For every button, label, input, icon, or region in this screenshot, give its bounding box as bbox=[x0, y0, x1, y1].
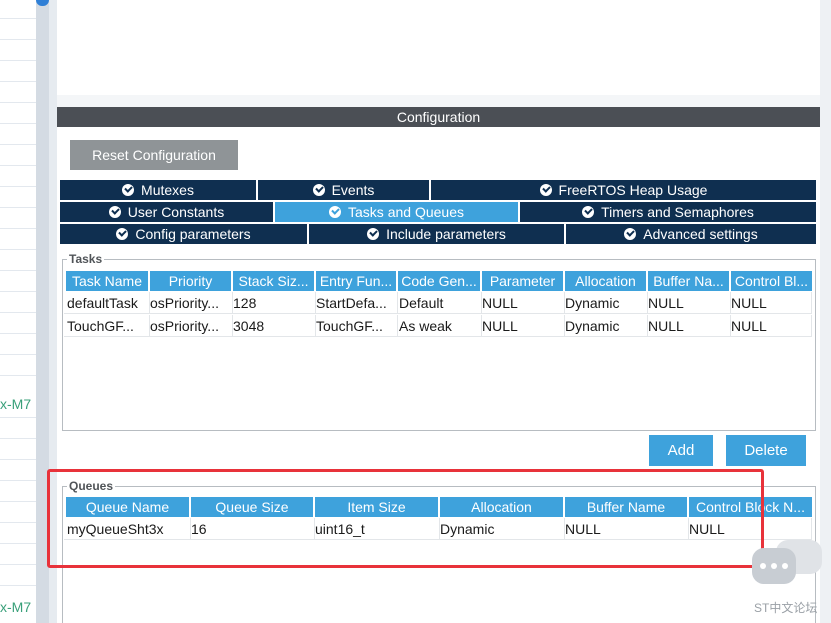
tree-item-label[interactable]: x-M7 bbox=[0, 599, 31, 615]
tab-config-parameters[interactable]: Config parameters bbox=[60, 224, 309, 244]
check-circle-icon bbox=[108, 206, 121, 218]
tree-row-divider bbox=[0, 123, 36, 124]
tab-label: User Constants bbox=[127, 204, 225, 220]
tab-mutexes[interactable]: Mutexes bbox=[60, 180, 258, 200]
tree-row-divider bbox=[0, 270, 36, 271]
table-cell: Dynamic bbox=[562, 292, 648, 314]
tree-row-divider bbox=[0, 459, 36, 460]
tab-label: FreeRTOS Heap Usage bbox=[558, 182, 708, 198]
tree-row-divider bbox=[0, 522, 36, 523]
tab-label: Advanced settings bbox=[643, 226, 758, 242]
check-circle-icon bbox=[116, 228, 129, 240]
delete-button[interactable]: Delete bbox=[726, 435, 806, 466]
tab-label: Config parameters bbox=[135, 226, 251, 242]
tasks-column-header[interactable]: Priority bbox=[150, 271, 233, 291]
check-circle-icon bbox=[329, 206, 342, 218]
table-cell: NULL bbox=[645, 315, 731, 337]
table-cell: As weak bbox=[396, 315, 482, 337]
tree-row-divider bbox=[0, 81, 36, 82]
table-cell: Default bbox=[396, 292, 482, 314]
configuration-header: Configuration bbox=[57, 107, 820, 127]
tree-row-divider bbox=[0, 417, 36, 418]
table-cell: TouchGF... bbox=[64, 315, 150, 337]
tree-row-divider bbox=[0, 18, 36, 19]
check-circle-icon bbox=[122, 184, 135, 196]
tree-row-divider bbox=[0, 39, 36, 40]
project-tree-panel: x-M7 x-M7 bbox=[0, 0, 36, 623]
tasks-column-header[interactable]: Parameter bbox=[482, 271, 565, 291]
chat-bubble-icon bbox=[752, 548, 796, 584]
tab-label: Events bbox=[331, 182, 375, 198]
add-button[interactable]: Add bbox=[649, 435, 713, 466]
tab-tasks-and-queues[interactable]: Tasks and Queues bbox=[275, 202, 520, 222]
tree-row-divider bbox=[0, 480, 36, 481]
tree-row-divider bbox=[0, 228, 36, 229]
table-cell: NULL bbox=[479, 292, 565, 314]
tab-label: Tasks and Queues bbox=[348, 204, 464, 220]
tab-freertos-heap-usage[interactable]: FreeRTOS Heap Usage bbox=[431, 180, 816, 200]
table-cell: 128 bbox=[230, 292, 316, 314]
bubble-dot bbox=[771, 563, 777, 569]
tab-label: Timers and Semaphores bbox=[601, 204, 754, 220]
table-cell: StartDefa... bbox=[313, 292, 398, 314]
table-cell: NULL bbox=[645, 292, 731, 314]
tab-timers-and-semaphores[interactable]: Timers and Semaphores bbox=[520, 202, 816, 222]
tree-row-divider bbox=[0, 564, 36, 565]
tree-row-divider bbox=[0, 333, 36, 334]
tab-label: Mutexes bbox=[141, 182, 194, 198]
tree-row-divider bbox=[0, 165, 36, 166]
table-cell: NULL bbox=[728, 315, 812, 337]
tasks-column-header[interactable]: Control Bl... bbox=[731, 271, 812, 291]
tasks-column-header[interactable]: Allocation bbox=[565, 271, 648, 291]
watermark-text: ST中文论坛 bbox=[754, 601, 818, 615]
table-cell: osPriority... bbox=[147, 292, 233, 314]
mode-panel bbox=[57, 0, 820, 95]
reset-configuration-button[interactable]: Reset Configuration bbox=[70, 140, 238, 170]
tree-row-divider bbox=[0, 354, 36, 355]
right-edge bbox=[820, 0, 831, 623]
check-circle-icon bbox=[624, 228, 637, 240]
highlight-annotation bbox=[47, 469, 764, 568]
tree-row-divider bbox=[0, 207, 36, 208]
tree-row-divider bbox=[0, 438, 36, 439]
check-circle-icon bbox=[312, 184, 325, 196]
tab-advanced-settings[interactable]: Advanced settings bbox=[566, 224, 816, 244]
tasks-group-label: Tasks bbox=[67, 252, 105, 266]
table-cell: defaultTask bbox=[64, 292, 150, 314]
tree-row-divider bbox=[0, 501, 36, 502]
table-cell: TouchGF... bbox=[313, 315, 398, 337]
tree-row-divider bbox=[0, 375, 36, 376]
tasks-column-header[interactable]: Code Gen... bbox=[398, 271, 482, 291]
tab-include-parameters[interactable]: Include parameters bbox=[309, 224, 566, 244]
tree-row-divider bbox=[0, 186, 36, 187]
tasks-column-header[interactable]: Stack Siz... bbox=[233, 271, 316, 291]
tasks-column-header[interactable]: Entry Fun... bbox=[316, 271, 398, 291]
tree-row-divider bbox=[0, 102, 36, 103]
tree-row-divider bbox=[0, 60, 36, 61]
table-cell: NULL bbox=[728, 292, 812, 314]
tree-row-divider bbox=[0, 543, 36, 544]
table-cell: NULL bbox=[479, 315, 565, 337]
tab-events[interactable]: Events bbox=[258, 180, 431, 200]
tree-item-label[interactable]: x-M7 bbox=[0, 396, 31, 412]
table-cell: osPriority... bbox=[147, 315, 233, 337]
tree-row-divider bbox=[0, 585, 36, 586]
tree-row-divider bbox=[0, 312, 36, 313]
tree-row-divider bbox=[0, 291, 36, 292]
table-cell: Dynamic bbox=[562, 315, 648, 337]
tasks-column-header[interactable]: Buffer Na... bbox=[648, 271, 731, 291]
check-circle-icon bbox=[582, 206, 595, 218]
table-cell: 3048 bbox=[230, 315, 316, 337]
tree-row-divider bbox=[0, 144, 36, 145]
check-circle-icon bbox=[367, 228, 380, 240]
tab-user-constants[interactable]: User Constants bbox=[60, 202, 275, 222]
check-circle-icon bbox=[539, 184, 552, 196]
bubble-dot bbox=[760, 563, 766, 569]
tasks-column-header[interactable]: Task Name bbox=[66, 271, 150, 291]
tab-label: Include parameters bbox=[386, 226, 506, 242]
bubble-dot bbox=[782, 563, 788, 569]
tree-row-divider bbox=[0, 249, 36, 250]
